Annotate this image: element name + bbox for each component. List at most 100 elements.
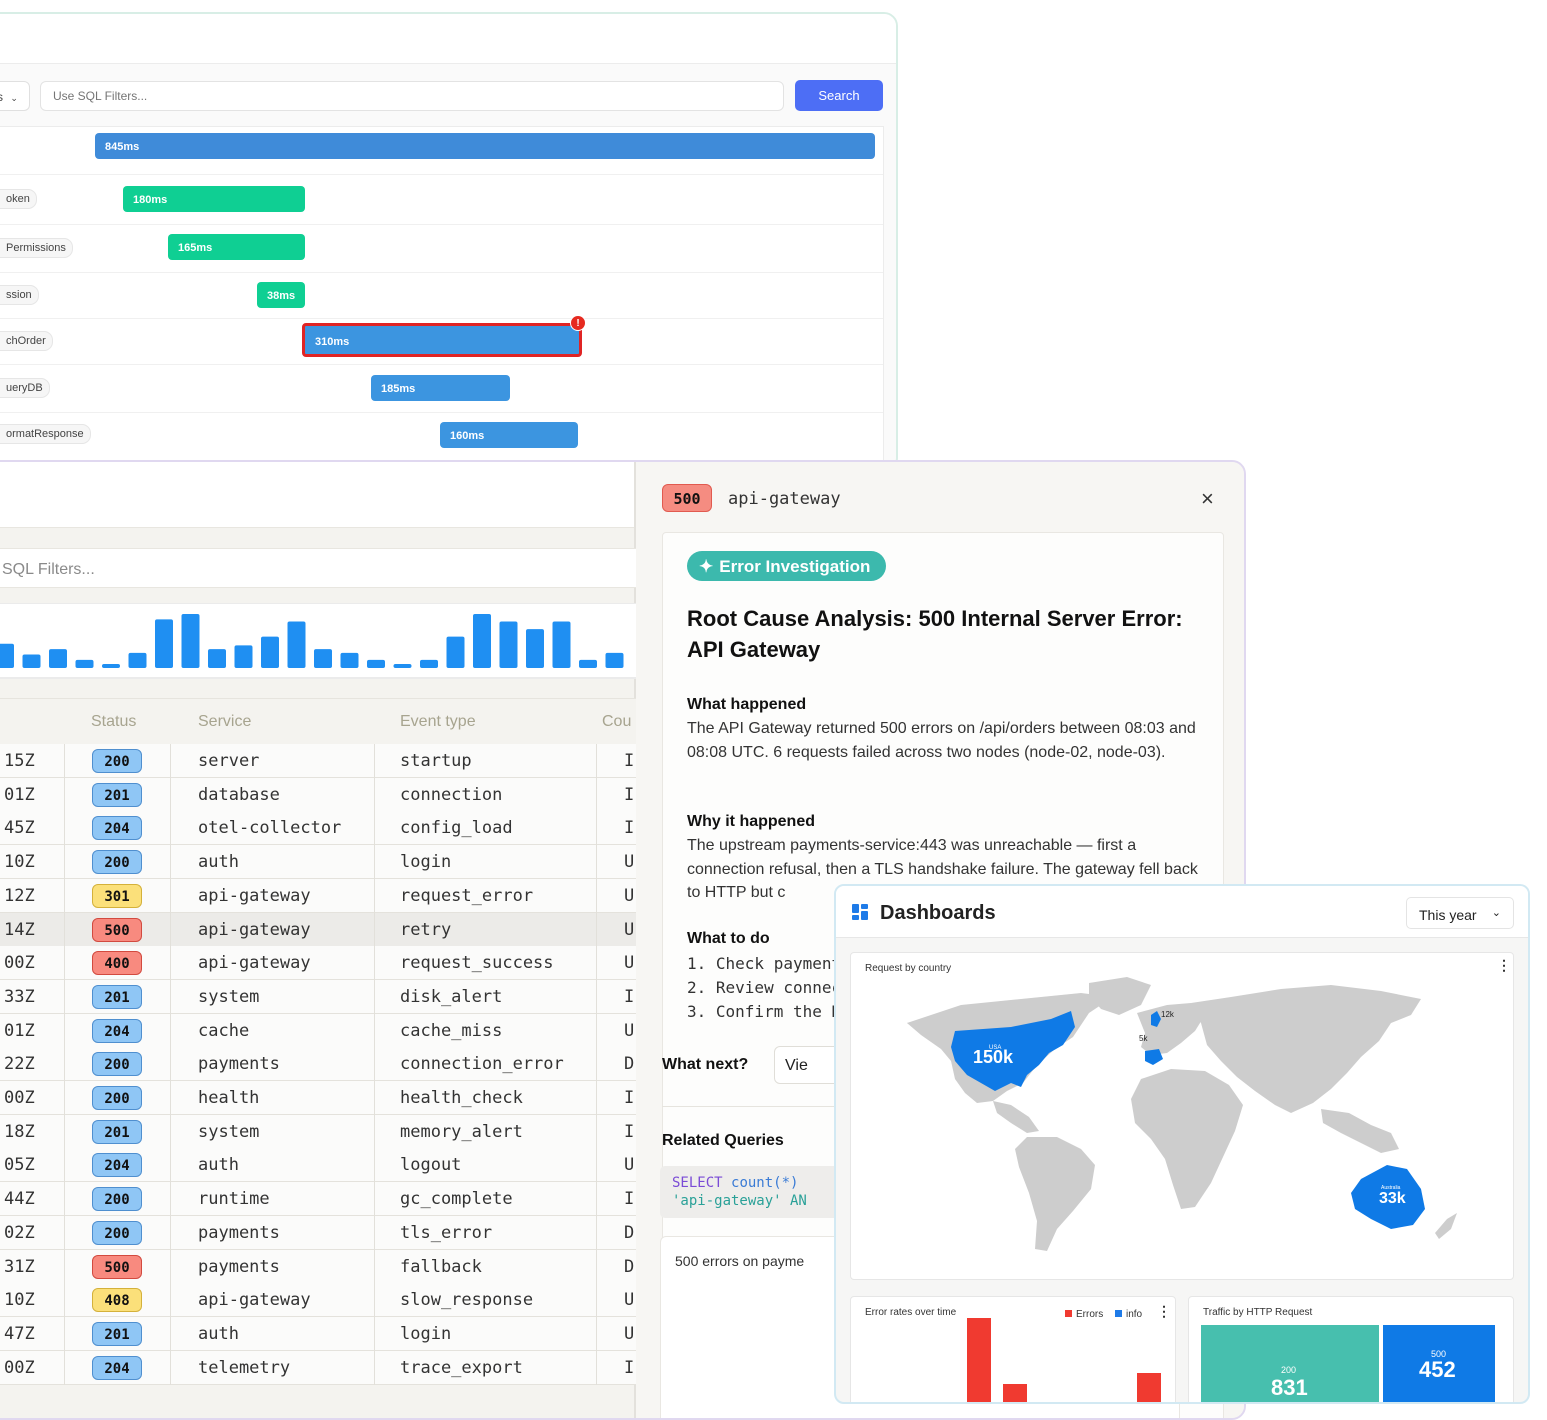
log-count: D xyxy=(624,1256,635,1277)
column-divider xyxy=(596,777,597,812)
histogram-bar[interactable] xyxy=(287,621,306,668)
histogram-bar[interactable] xyxy=(340,652,359,668)
trace-span-row[interactable]: chOrder 310ms ! xyxy=(0,315,883,365)
column-divider xyxy=(374,811,375,846)
column-divider xyxy=(374,1081,375,1115)
histogram-bar[interactable] xyxy=(605,652,624,668)
histogram-bar[interactable] xyxy=(552,621,571,668)
span-bar[interactable]: 165ms xyxy=(168,234,305,260)
log-row[interactable]: 05Z 204 auth logout U xyxy=(0,1148,636,1183)
log-service: payments xyxy=(198,1222,280,1243)
column-divider xyxy=(170,1215,171,1250)
log-row[interactable]: 47Z 201 auth login U xyxy=(0,1316,636,1351)
column-header-count[interactable]: Cou xyxy=(602,713,631,731)
histogram-bar[interactable] xyxy=(393,664,412,668)
histogram-bar[interactable] xyxy=(155,619,173,668)
log-row[interactable]: 14Z 500 api-gateway retry U xyxy=(0,912,636,947)
log-row[interactable]: 22Z 200 payments connection_error D xyxy=(0,1047,636,1082)
log-service: system xyxy=(198,1121,260,1142)
column-divider xyxy=(64,1013,65,1048)
span-bar[interactable]: 38ms xyxy=(257,282,305,308)
trace-span-row[interactable]: Permissions 165ms xyxy=(0,225,883,273)
span-label: Permissions xyxy=(0,238,73,258)
trace-field-dropdown[interactable]: s ⌄ xyxy=(0,81,30,111)
column-divider xyxy=(596,1047,597,1082)
column-divider xyxy=(596,1249,597,1284)
log-row[interactable]: 44Z 200 runtime gc_complete I xyxy=(0,1182,636,1217)
histogram-bar[interactable] xyxy=(261,636,279,668)
log-timestamp: 00Z xyxy=(4,1088,35,1108)
trace-span-row[interactable]: ssion 38ms xyxy=(0,273,883,319)
histogram-bar[interactable] xyxy=(49,649,67,668)
histogram-bar[interactable] xyxy=(499,621,518,668)
log-row[interactable]: 00Z 400 api-gateway request_success U xyxy=(0,946,636,981)
log-row[interactable]: 12Z 301 api-gateway request_error U xyxy=(0,878,636,913)
histogram-bar[interactable] xyxy=(526,629,544,668)
log-row[interactable]: 33Z 201 system disk_alert I xyxy=(0,979,636,1014)
log-row[interactable]: 00Z 200 health health_check I xyxy=(0,1081,636,1115)
span-bar[interactable]: 180ms xyxy=(123,186,305,212)
span-bar[interactable]: 845ms xyxy=(95,133,875,159)
log-row[interactable]: 18Z 201 system memory_alert I xyxy=(0,1114,636,1149)
log-event-type: request_success xyxy=(400,953,554,974)
errors-bar[interactable] xyxy=(1137,1373,1161,1404)
log-row[interactable]: 31Z 500 payments fallback D xyxy=(0,1249,636,1284)
log-event-type: gc_complete xyxy=(400,1189,513,1210)
column-header-event-type[interactable]: Event type xyxy=(400,713,476,731)
status-badge: 201 xyxy=(92,984,142,1009)
trace-span-row[interactable]: 845ms xyxy=(0,127,883,175)
logs-sql-filter-input[interactable]: SQL Filters... xyxy=(0,548,636,588)
log-row[interactable]: 00Z 204 telemetry trace_export I xyxy=(0,1350,636,1385)
column-header-status[interactable]: Status xyxy=(91,713,136,731)
histogram-bar[interactable] xyxy=(579,659,597,668)
trace-span-row[interactable]: oken 180ms xyxy=(0,175,883,225)
world-map: USA 150k Australia 33k 12k 5k xyxy=(907,977,1457,1251)
histogram-bar[interactable] xyxy=(314,649,332,668)
log-row[interactable]: 01Z 201 database connection I xyxy=(0,777,636,812)
histogram-bar[interactable] xyxy=(0,643,14,668)
treemap-tile-500[interactable]: 500 452 xyxy=(1383,1325,1495,1402)
span-duration: 160ms xyxy=(450,430,485,442)
span-bar[interactable]: 160ms xyxy=(440,422,578,448)
log-row[interactable]: 10Z 408 api-gateway slow_response U xyxy=(0,1283,636,1318)
column-divider xyxy=(596,845,597,880)
column-header-service[interactable]: Service xyxy=(198,713,251,731)
histogram-bar[interactable] xyxy=(22,654,41,669)
histogram-bar[interactable] xyxy=(473,614,491,668)
histogram-bar[interactable] xyxy=(446,636,465,668)
trace-span-row[interactable]: ueryDB 185ms xyxy=(0,365,883,413)
treemap-tile-200[interactable]: 200 831 xyxy=(1201,1325,1379,1402)
log-row[interactable]: 01Z 204 cache cache_miss U xyxy=(0,1013,636,1048)
status-badge: 204 xyxy=(92,816,142,841)
histogram-bar[interactable] xyxy=(102,664,120,668)
column-divider xyxy=(596,1148,597,1183)
histogram-bar[interactable] xyxy=(128,652,147,668)
histogram-bar[interactable] xyxy=(75,659,94,668)
close-icon[interactable]: × xyxy=(1201,486,1214,512)
histogram-bar[interactable] xyxy=(234,645,253,668)
log-row[interactable]: 10Z 200 auth login U xyxy=(0,845,636,880)
span-bar[interactable]: 185ms xyxy=(371,375,510,401)
log-row[interactable]: 45Z 204 otel-collector config_load I xyxy=(0,811,636,846)
log-row[interactable]: 02Z 200 payments tls_error D xyxy=(0,1215,636,1250)
log-row[interactable]: 15Z 200 server startup I xyxy=(0,744,636,778)
dashboards-window: Dashboards This year ⌄ Request by countr… xyxy=(834,884,1530,1404)
trace-sql-filter-input[interactable] xyxy=(40,81,784,111)
histogram-bar[interactable] xyxy=(367,659,385,668)
pill-label: Error Investigation xyxy=(719,557,871,576)
search-button[interactable]: Search xyxy=(795,80,883,111)
trace-waterfall: 845ms oken 180ms Permissions 165ms ssion… xyxy=(0,126,884,466)
dashboards-header: Dashboards This year ⌄ xyxy=(836,886,1528,938)
histogram-bar[interactable] xyxy=(420,659,438,668)
time-range-dropdown[interactable]: This year ⌄ xyxy=(1406,897,1514,929)
errors-bar[interactable] xyxy=(1003,1384,1027,1404)
errors-bar[interactable] xyxy=(967,1318,991,1404)
span-bar-error[interactable]: 310ms xyxy=(302,323,582,357)
log-event-type: memory_alert xyxy=(400,1121,523,1142)
status-badge: 201 xyxy=(92,1321,142,1346)
histogram-bar[interactable] xyxy=(208,649,226,668)
log-count: U xyxy=(624,852,635,873)
trace-span-row[interactable]: ormatResponse 160ms xyxy=(0,413,883,467)
log-count: D xyxy=(624,1054,635,1075)
histogram-bar[interactable] xyxy=(181,614,200,668)
